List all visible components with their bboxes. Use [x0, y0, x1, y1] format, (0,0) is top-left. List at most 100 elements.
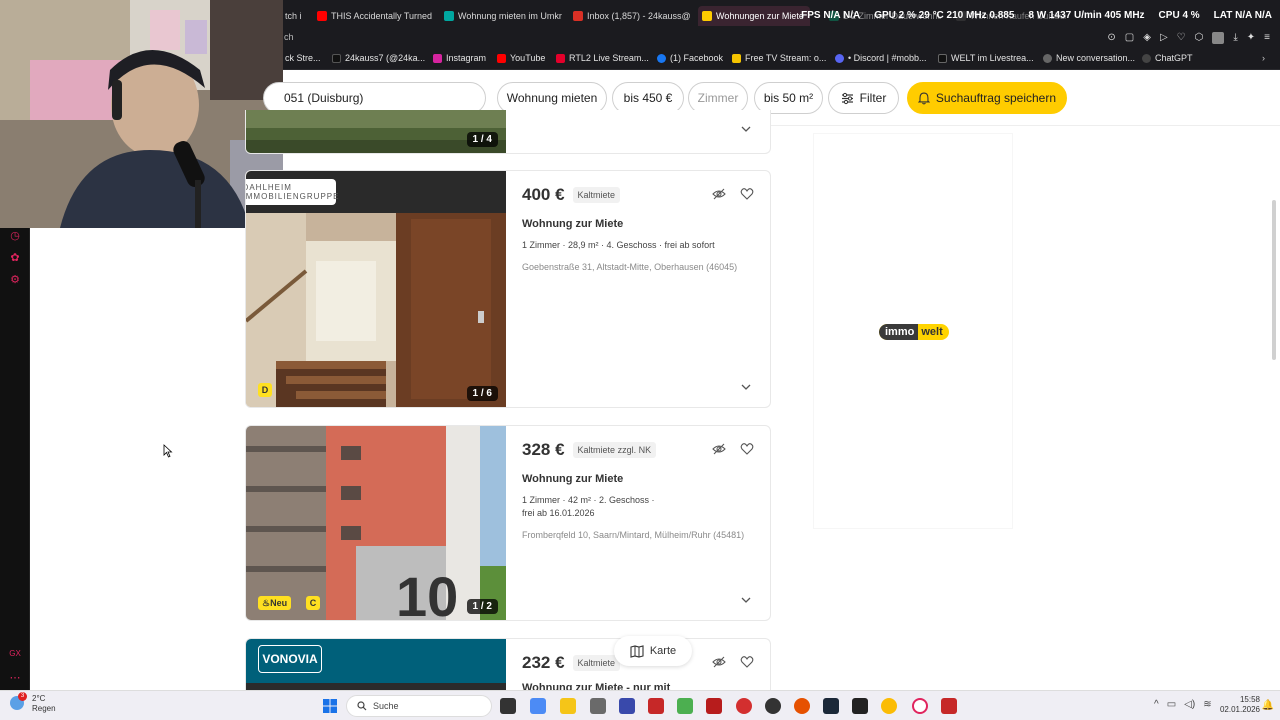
epic-games-icon[interactable] [852, 698, 868, 714]
bookmark-youtube[interactable]: YouTube [497, 53, 545, 63]
profile-avatar[interactable] [1212, 32, 1225, 44]
tab-twitch[interactable]: tch i [285, 6, 315, 26]
listing-card[interactable]: VONOVIA 232 € Kaltmiete Wohnung zur Miet… [245, 638, 771, 690]
bookmark-stream[interactable]: ck Stre... [285, 53, 321, 63]
listing-title[interactable]: Wohnung zur Miete [522, 473, 762, 485]
bookmark-chatgpt[interactable]: ChatGPT [1142, 53, 1193, 63]
screenshot-icon[interactable]: ▢ [1125, 32, 1134, 44]
bookmark-freetv[interactable]: Free TV Stream: o... [732, 53, 826, 63]
clock-icon[interactable]: ◷ [9, 230, 21, 242]
save-search-button[interactable]: Suchauftrag speichern [907, 82, 1067, 114]
scrollbar[interactable] [1272, 200, 1276, 360]
filter-button[interactable]: Filter [828, 82, 899, 114]
chevron-down-icon[interactable] [740, 381, 752, 393]
listing-address: Goebenstraße 31, Altstadt-Mitte, Oberhau… [522, 262, 738, 272]
chatgpt-icon [1142, 53, 1151, 63]
vscode-icon[interactable] [619, 698, 635, 714]
bookmark-instagram[interactable]: Instagram [433, 53, 486, 63]
price-type: Kaltmiete [572, 187, 621, 203]
gmail-icon [573, 11, 583, 21]
gx-icon[interactable]: GX [9, 648, 21, 660]
listing-card[interactable]: 10 ♨ Neu C 1 / 2 328 € Kaltmiete zzgl. N… [245, 425, 771, 621]
facebook-icon [657, 53, 666, 63]
tv-icon [732, 53, 741, 63]
immowelt-logo: immo welt [879, 324, 949, 340]
bookmark-conversation[interactable]: New conversation... [1043, 53, 1135, 63]
pin-icon[interactable]: ⊙ [1107, 32, 1115, 44]
mouse-app-icon[interactable] [590, 698, 606, 714]
photo-counter: 1 / 4 [466, 132, 498, 147]
app-icon[interactable] [648, 698, 664, 714]
task-view-icon[interactable] [500, 698, 516, 714]
shield-icon[interactable]: ◈ [1143, 32, 1151, 44]
heart-icon[interactable] [740, 187, 754, 201]
bookmark-tiktok[interactable]: 24kauss7 (@24ka... [332, 53, 425, 63]
listing-facts: 1 Zimmer · 42 m² · 2. Geschoss · frei ab… [522, 495, 655, 518]
app-icon[interactable] [941, 698, 957, 714]
extensions-icon[interactable]: ⬡ [1195, 32, 1204, 44]
chevron-right-icon[interactable]: › [1262, 53, 1265, 63]
listing-card[interactable]: 1 / 4 [245, 110, 771, 154]
sliders-icon [841, 92, 853, 104]
menu-icon[interactable]: ≡ [1264, 32, 1270, 44]
rtl2-icon [556, 53, 565, 63]
chevron-up-icon[interactable]: ^ [1154, 699, 1159, 710]
windows-taskbar: 3 2°C Regen Suche ^ ▭ ◁) ≋ 15:58 02.01.2… [0, 690, 1280, 720]
network-icon[interactable]: ≋ [1203, 699, 1211, 710]
tab-video[interactable]: THIS Accidentally Turned [317, 6, 437, 26]
obs-icon[interactable] [765, 698, 781, 714]
listing-photo[interactable]: VONOVIA [246, 639, 506, 690]
tab-wohnungen-zur-miete[interactable]: Wohnungen zur Miete [698, 6, 810, 26]
heart-icon[interactable] [740, 442, 754, 456]
listing-title[interactable]: Wohnung zur Miete - nur mit [522, 682, 762, 690]
bookmark-facebook[interactable]: (1) Facebook [657, 53, 723, 63]
steam-icon[interactable] [823, 698, 839, 714]
listing-photo[interactable]: 10 ♨ Neu C 1 / 2 [246, 426, 506, 620]
chrome-icon[interactable] [881, 698, 897, 714]
map-icon [630, 644, 644, 658]
bookmark-discord[interactable]: • Discord | #mobb... [835, 53, 927, 63]
browser-sidebar: ◷ ✿ ⚙ GX ⋯ [0, 228, 30, 690]
listing-title[interactable]: Wohnung zur Miete [522, 218, 762, 230]
tab-gmail[interactable]: Inbox (1,857) - 24kauss@ [573, 6, 693, 26]
listing-photo[interactable]: DAHLHEIM IMMOBILIENGRUPPE D 1 / 6 [246, 171, 506, 407]
notification-bell-icon[interactable]: 🔔 [1262, 700, 1274, 711]
heart-icon[interactable] [740, 655, 754, 669]
listing-card[interactable]: DAHLHEIM IMMOBILIENGRUPPE D 1 / 6 400 € … [245, 170, 771, 408]
opera-gx-icon[interactable] [912, 698, 928, 714]
more-icon[interactable]: ⋯ [9, 672, 21, 684]
heart-icon[interactable]: ♡ [1177, 32, 1186, 44]
bookmark-welt[interactable]: WELT im Livestrea... [938, 53, 1034, 63]
display-icon[interactable]: ▭ [1167, 699, 1176, 710]
hide-icon[interactable] [712, 655, 726, 669]
chevron-down-icon[interactable] [740, 123, 752, 135]
listing-facts: 1 Zimmer · 28,9 m² · 4. Geschoss · frei … [522, 240, 715, 250]
app-icon[interactable] [736, 698, 752, 714]
file-explorer-icon[interactable] [560, 698, 576, 714]
settings-icon[interactable]: ⚙ [9, 274, 21, 286]
app-icon[interactable] [794, 698, 810, 714]
system-clock[interactable]: 15:58 02.01.2026 [1220, 695, 1260, 715]
download-icon[interactable]: ⤓ [1233, 32, 1237, 44]
tab-wohnung-mieten[interactable]: Wohnung mieten im Umkr [444, 6, 566, 26]
chevron-down-icon[interactable] [740, 594, 752, 606]
advertisement[interactable]: immo welt [813, 133, 1013, 529]
calculator-icon[interactable] [530, 698, 546, 714]
ai-icon[interactable]: ✦ [1247, 32, 1255, 44]
hide-icon[interactable] [712, 187, 726, 201]
bookmark-rtl2[interactable]: RTL2 Live Stream... [556, 53, 649, 63]
windows-start-icon[interactable] [322, 698, 338, 714]
speaker-icon[interactable]: ◁) [1184, 699, 1195, 710]
extension-icon[interactable]: ✿ [9, 252, 21, 264]
map-button[interactable]: Karte [614, 636, 692, 666]
play-icon[interactable]: ▷ [1160, 32, 1168, 44]
listing-price: 328 € [522, 440, 565, 459]
listing-photo[interactable]: 1 / 4 [246, 110, 506, 153]
photo-counter: 1 / 2 [466, 599, 498, 614]
app-icon[interactable] [677, 698, 693, 714]
hide-icon[interactable] [712, 442, 726, 456]
taskbar-search[interactable]: Suche [346, 695, 492, 717]
weather-widget[interactable]: 3 2°C Regen [10, 692, 56, 714]
app-icon[interactable] [706, 698, 722, 714]
chat-icon [1043, 53, 1052, 63]
